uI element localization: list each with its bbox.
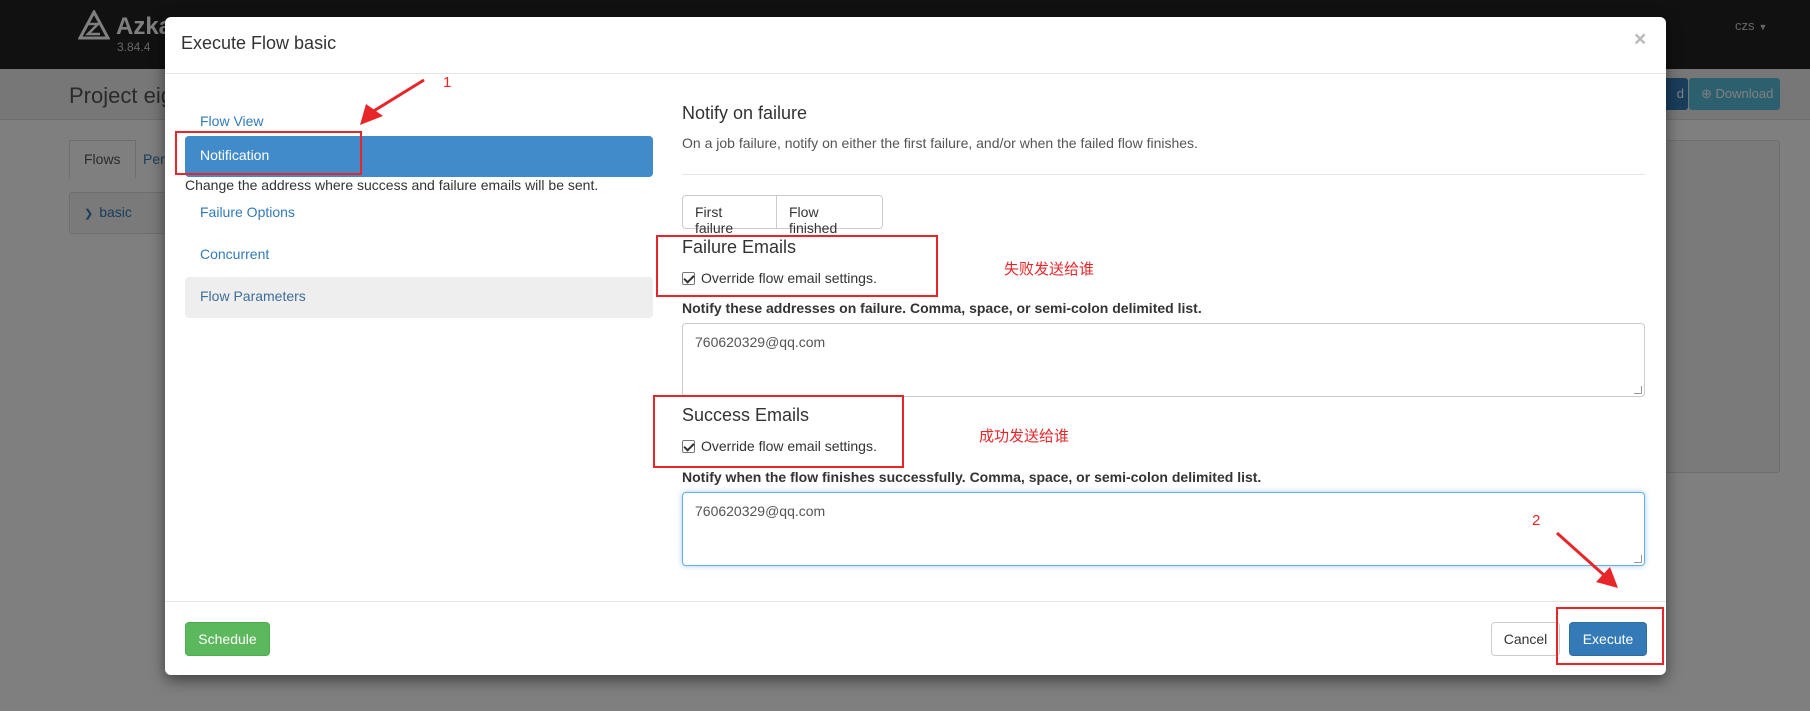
cancel-button[interactable]: Cancel (1491, 622, 1560, 656)
success-emails-value: 760620329@qq.com (695, 503, 826, 519)
failure-list-label: Notify these addresses on failure. Comma… (682, 300, 1202, 316)
annotation-step-1: 1 (443, 74, 452, 91)
execute-flow-modal: Execute Flow basic × Flow View Notificat… (165, 17, 1666, 675)
schedule-button[interactable]: Schedule (185, 622, 270, 656)
annotation-box-failure-emails (656, 235, 938, 297)
modal-header: Execute Flow basic × (165, 17, 1666, 74)
sidebar-item-failure-options[interactable]: Failure Options (185, 193, 653, 234)
annotation-success-note: 成功发送给谁 (979, 428, 1070, 445)
success-emails-textarea[interactable]: 760620329@qq.com (682, 492, 1645, 566)
success-list-label: Notify when the flow finishes successful… (682, 469, 1262, 485)
annotation-step-2: 2 (1532, 512, 1541, 529)
annotation-box-notification (175, 131, 362, 175)
modal-title: Execute Flow basic (181, 33, 337, 53)
sidebar-item-concurrent[interactable]: Concurrent (185, 235, 653, 276)
divider (682, 174, 1645, 175)
flow-finished-button[interactable]: Flow finished (776, 195, 883, 236)
resize-grip-icon[interactable] (1634, 555, 1642, 563)
notification-description: Change the address where success and fai… (185, 177, 599, 193)
modal-footer: Schedule Cancel Execute (165, 601, 1666, 675)
notify-title: Notify on failure (682, 103, 808, 123)
annotation-box-execute (1556, 607, 1664, 665)
sidebar-item-flow-parameters[interactable]: Flow Parameters (185, 277, 653, 318)
close-icon[interactable]: × (1634, 28, 1646, 52)
notify-description: On a job failure, notify on either the f… (682, 135, 1198, 151)
resize-grip-icon[interactable] (1634, 386, 1642, 394)
first-failure-button[interactable]: First failure (682, 195, 777, 236)
failure-emails-textarea[interactable]: 760620329@qq.com (682, 323, 1645, 397)
failure-emails-value: 760620329@qq.com (695, 334, 826, 350)
annotation-box-success-emails (653, 395, 904, 468)
annotation-failure-note: 失败发送给谁 (1004, 261, 1095, 278)
